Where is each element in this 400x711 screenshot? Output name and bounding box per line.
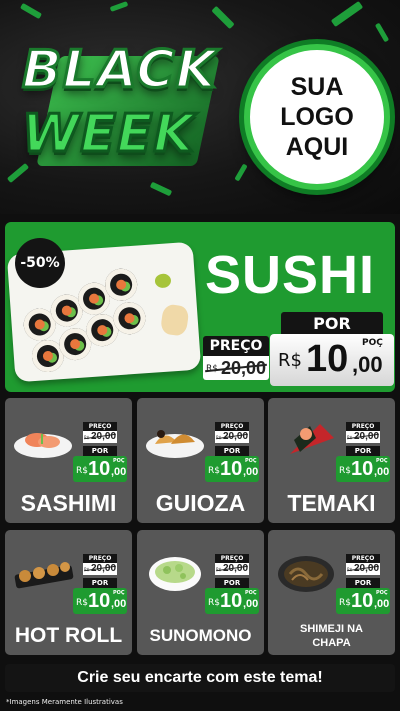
portion-unit: POÇ: [362, 338, 383, 348]
old-price-label: PREÇO: [215, 554, 249, 563]
new-price-integer: 10: [220, 590, 243, 612]
confetti-decoration: [109, 1, 129, 12]
logo-text-line3: AQUI: [285, 133, 349, 161]
new-price-decimal: ,00: [243, 466, 259, 478]
new-price-currency: R$: [339, 466, 351, 476]
confetti-decoration: [374, 22, 390, 43]
new-price-currency: R$: [208, 598, 220, 608]
new-price: R$ 10,00 POÇ: [336, 456, 390, 482]
old-price-label: PREÇO: [203, 336, 269, 356]
shimeji-image: [278, 556, 334, 592]
old-price-label: PREÇO: [83, 554, 117, 563]
new-price-label: POR: [83, 446, 117, 456]
new-price-currency: R$: [208, 466, 220, 476]
logo-text-line2: LOGO: [280, 103, 354, 131]
featured-title: SUSHI: [205, 245, 376, 305]
brand-logo-placeholder: SUA LOGO AQUI: [244, 44, 390, 190]
product-card-shimeji-na-chapa: PREÇO R$20,00 POR R$10,00POÇ SHIMEJI NA …: [268, 530, 395, 655]
old-price: R$20,00: [83, 431, 117, 443]
confetti-decoration: [149, 181, 173, 197]
new-price-decimal: ,00: [243, 598, 259, 610]
old-price-label: PREÇO: [83, 422, 117, 431]
sunomono-image: [149, 557, 201, 591]
new-price-integer: 10: [220, 458, 243, 480]
product-card-temaki: PREÇO R$20,00 POR R$10,00 POÇ TEMAKI: [268, 398, 395, 523]
new-price-currency: R$: [278, 350, 302, 371]
new-price-currency: R$: [339, 598, 351, 608]
portion-unit: POÇ: [376, 458, 388, 464]
discount-badge: -50%: [15, 238, 65, 288]
product-card-guioza: PREÇO R$20,00 POR R$10,00 POÇ GUIOZA: [137, 398, 264, 523]
product-name-line1: SHIMEJI NA: [300, 623, 363, 635]
disclaimer-text: *Imagens Meramente Ilustrativas: [6, 698, 123, 706]
new-price-label: POR: [281, 312, 383, 334]
new-price-label: POR: [215, 578, 249, 588]
wasabi: [154, 273, 172, 289]
old-price-label: PREÇO: [346, 554, 380, 563]
campaign-title-line2: WEEK: [21, 103, 196, 166]
portion-unit: POÇ: [245, 458, 257, 464]
new-price-integer: 10: [88, 458, 111, 480]
product-name: TEMAKI: [287, 490, 376, 516]
new-price-integer: 10: [351, 458, 374, 480]
portion-unit: POÇ: [245, 590, 257, 596]
cta-banner[interactable]: Crie seu encarte com este tema!: [5, 664, 395, 692]
old-price: R$20,00: [215, 431, 249, 443]
new-price-label: POR: [83, 578, 117, 588]
old-price: R$ 20,00: [203, 356, 269, 380]
product-name-line2: CHAPA: [312, 637, 351, 649]
product-card-hot-roll: PREÇO R$20,00 POR R$10,00 POÇ HOT ROLL: [5, 530, 132, 655]
old-price: R$20,00: [215, 563, 249, 575]
old-price: R$20,00: [346, 431, 380, 443]
ginger: [159, 303, 190, 337]
new-price-label: POR: [346, 578, 380, 588]
new-price: R$ 10,00 POÇ: [336, 588, 390, 614]
new-price: R$ 10,00 POÇ: [73, 456, 127, 482]
product-name: GUIOZA: [155, 490, 246, 516]
new-price-integer: 10: [88, 590, 111, 612]
confetti-decoration: [19, 2, 43, 20]
portion-unit: POÇ: [113, 590, 125, 596]
new-price-currency: R$: [76, 466, 88, 476]
logo-text-line1: SUA: [290, 73, 344, 101]
new-price-decimal: ,00: [374, 466, 390, 478]
new-price: R$ 10,00 POÇ: [205, 456, 259, 482]
product-card-sashimi: PREÇO R$20,00 POR R$10,00 POÇ SASHIMI: [5, 398, 132, 523]
flyer-page: BLACK WEEK SUA LOGO AQUI -50% SUSHI PREÇ…: [0, 0, 400, 711]
old-price-label: PREÇO: [346, 422, 380, 431]
old-price-label: PREÇO: [215, 422, 249, 431]
black-week-logo: BLACK WEEK: [14, 26, 236, 176]
new-price: R$ 10 ,00 POÇ: [270, 334, 394, 386]
new-price: R$ 10,00 POÇ: [73, 588, 127, 614]
new-price-decimal: ,00: [111, 466, 127, 478]
new-price: R$ 10,00 POÇ: [205, 588, 259, 614]
hot-roll-image: [14, 562, 74, 589]
new-price-decimal: ,00: [352, 352, 383, 377]
campaign-title-line1: BLACK: [21, 39, 218, 102]
product-name: HOT ROLL: [14, 624, 123, 647]
confetti-decoration: [234, 163, 248, 182]
confetti-decoration: [330, 0, 364, 28]
new-price-decimal: ,00: [374, 598, 390, 610]
header-banner: BLACK WEEK SUA LOGO AQUI: [0, 0, 400, 214]
portion-unit: POÇ: [376, 590, 388, 596]
featured-product-card: -50% SUSHI PREÇO R$ 20,00 POR R$ 10 ,00 …: [5, 222, 395, 392]
product-name: SASHIMI: [20, 490, 117, 516]
new-price-label: POR: [215, 446, 249, 456]
portion-unit: POÇ: [113, 458, 125, 464]
guioza-image: [146, 430, 204, 458]
old-price: R$20,00: [83, 563, 117, 575]
new-price-currency: R$: [76, 598, 88, 608]
sashimi-image: [14, 433, 72, 458]
new-price-integer: 10: [351, 590, 374, 612]
old-price: R$20,00: [346, 563, 380, 575]
new-price-label: POR: [346, 446, 380, 456]
temaki-image: [290, 424, 334, 454]
product-card-sunomono: PREÇO R$20,00 POR R$10,00 POÇ SUNOMONO: [137, 530, 264, 655]
new-price-decimal: ,00: [111, 598, 127, 610]
new-price-integer: 10: [306, 338, 349, 380]
product-name: SUNOMONO: [149, 626, 252, 645]
